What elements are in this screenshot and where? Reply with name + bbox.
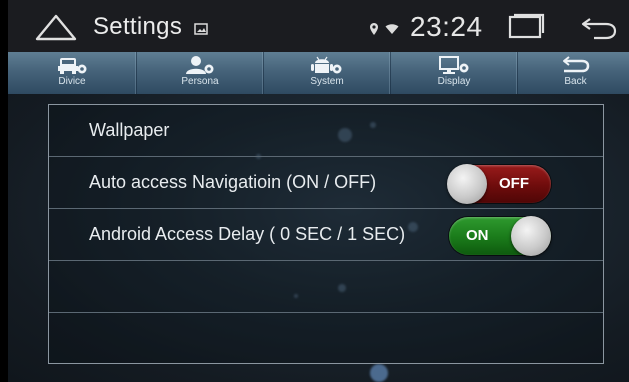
- android-gear-icon: [307, 54, 347, 78]
- settings-content: Wallpaper Auto access Navigatioin (ON / …: [8, 94, 629, 382]
- person-gear-icon: [180, 54, 220, 78]
- clock: 23:24: [410, 11, 483, 42]
- background-bokeh: [370, 364, 388, 382]
- setting-row-empty: [49, 313, 603, 364]
- toggle-knob[interactable]: [511, 216, 551, 256]
- tab-label: Persona: [181, 76, 219, 87]
- tab-system[interactable]: System: [264, 52, 391, 94]
- location-pin-icon: [369, 22, 379, 36]
- setting-row-wallpaper[interactable]: Wallpaper: [49, 105, 603, 157]
- tab-label: System: [310, 76, 344, 87]
- toggle-state-text: ON: [466, 227, 489, 244]
- tab-persona[interactable]: Persona: [137, 52, 264, 94]
- status-bar: Settings 23:24: [8, 0, 629, 52]
- setting-row-auto-navigation: Auto access Navigatioin (ON / OFF) OFF: [49, 157, 603, 209]
- tab-device[interactable]: Divice: [8, 52, 137, 94]
- setting-row-empty: [49, 261, 603, 313]
- tab-back[interactable]: Back: [518, 52, 629, 94]
- recent-apps-icon[interactable]: [504, 13, 548, 41]
- tab-display[interactable]: Display: [391, 52, 518, 94]
- home-outline-icon[interactable]: [34, 12, 78, 42]
- setting-row-android-delay: Android Access Delay ( 0 SEC / 1 SEC) ON: [49, 209, 603, 261]
- car-gear-icon: [52, 54, 92, 78]
- tab-label: Back: [564, 76, 587, 87]
- back-arrow-icon: [556, 54, 596, 78]
- setting-label: Wallpaper: [89, 120, 170, 140]
- gallery-icon: [194, 22, 208, 35]
- monitor-gear-icon: [434, 54, 474, 78]
- android-delay-toggle[interactable]: ON: [449, 216, 551, 256]
- settings-tab-bar: Divice Persona System Display Back: [8, 52, 629, 95]
- app-title: Settings: [93, 13, 183, 40]
- tab-label: Display: [437, 76, 471, 87]
- toggle-knob[interactable]: [447, 164, 487, 204]
- car-settings-screen: Settings 23:24 Divice Persona System Dis…: [0, 0, 629, 382]
- settings-list: Wallpaper Auto access Navigatioin (ON / …: [48, 104, 604, 364]
- wifi-icon: [385, 22, 399, 34]
- toggle-state-text: OFF: [499, 175, 529, 192]
- auto-navigation-toggle[interactable]: OFF: [447, 164, 551, 204]
- back-arrow-icon[interactable]: [576, 13, 620, 41]
- setting-label: Auto access Navigatioin (ON / OFF): [89, 172, 377, 192]
- setting-label: Android Access Delay ( 0 SEC / 1 SEC): [89, 224, 406, 244]
- tab-label: Divice: [58, 76, 86, 87]
